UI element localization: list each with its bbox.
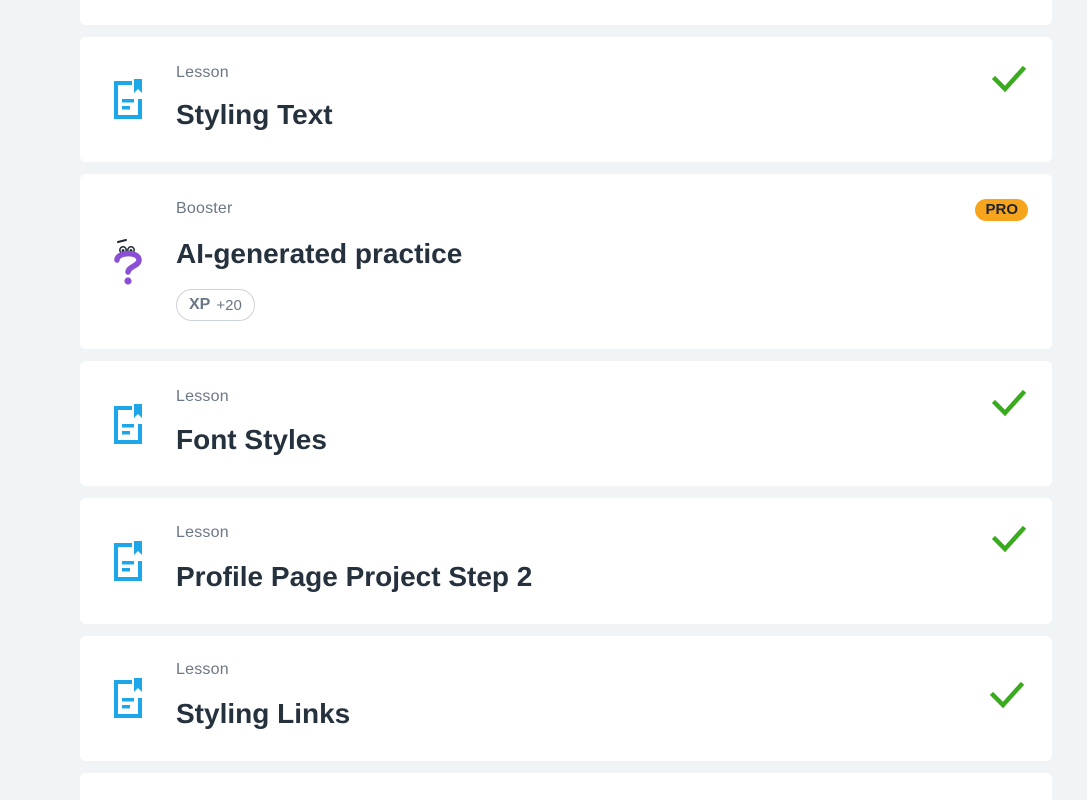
checkmark-icon — [992, 65, 1026, 93]
lesson-document-icon — [114, 404, 142, 444]
xp-reward-pill: XP +20 — [176, 289, 255, 321]
card-type-label: Lesson — [176, 64, 229, 81]
card-title: Styling Text — [176, 99, 333, 130]
lesson-document-icon — [114, 79, 142, 119]
lesson-card-styling-text[interactable]: Lesson Styling Text — [80, 37, 1052, 162]
booster-card-ai-practice[interactable]: Booster AI-generated practice PRO XP +20 — [80, 174, 1052, 349]
question-mark-icon — [114, 239, 142, 285]
checkmark-icon — [990, 681, 1024, 709]
lesson-card-profile-page-project[interactable]: Lesson Profile Page Project Step 2 — [80, 498, 1052, 624]
card-title: Profile Page Project Step 2 — [176, 561, 533, 592]
card-type-label: Lesson — [176, 661, 229, 678]
card-title: AI-generated practice — [176, 238, 463, 269]
checkmark-icon — [992, 389, 1026, 417]
xp-value: +20 — [216, 296, 242, 314]
card-type-label: Lesson — [176, 388, 229, 405]
card-title: Font Styles — [176, 424, 327, 455]
card-type-label: Lesson — [176, 524, 229, 541]
pro-badge: PRO — [975, 199, 1028, 221]
card-title: Styling Links — [176, 698, 351, 729]
card-partial-bottom[interactable] — [80, 773, 1052, 800]
lesson-document-icon — [114, 678, 142, 718]
lesson-document-icon — [114, 541, 142, 581]
xp-label: XP — [189, 296, 211, 313]
lesson-card-font-styles[interactable]: Lesson Font Styles — [80, 361, 1052, 486]
lesson-card-styling-links[interactable]: Lesson Styling Links — [80, 636, 1052, 761]
checkmark-icon — [992, 525, 1026, 553]
card-type-label: Booster — [176, 200, 233, 217]
card-partial-top[interactable] — [80, 0, 1052, 25]
